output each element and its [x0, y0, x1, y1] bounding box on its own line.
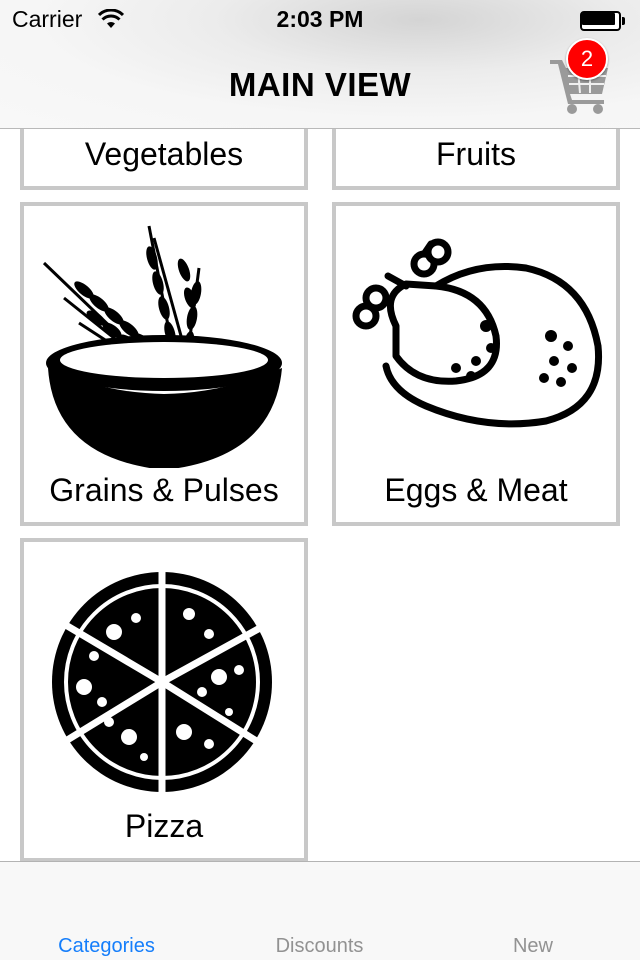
category-tile-eggs-meat[interactable]: Eggs & Meat	[332, 202, 620, 526]
tab-label: Categories	[58, 935, 155, 957]
category-label: Vegetables	[84, 136, 244, 172]
tab-bar: Categories Discounts New	[0, 861, 640, 960]
navigation-bar: Carrier 2:03 PM MAIN VIEW	[0, 0, 640, 129]
roast-chicken-icon	[352, 238, 603, 428]
category-label: Eggs & Meat	[384, 472, 568, 508]
battery-icon	[580, 11, 626, 31]
category-label: Fruits	[436, 136, 516, 172]
category-label: Pizza	[124, 808, 204, 844]
status-bar: Carrier 2:03 PM	[0, 0, 640, 40]
category-tile-grains-pulses[interactable]: Grains & Pulses	[20, 202, 308, 526]
tab-label: New	[512, 935, 553, 957]
pizza-icon	[52, 570, 272, 794]
tab-categories[interactable]: Categories	[0, 862, 213, 960]
category-grid[interactable]: Vegetables Fruits Grains & Pulses Eggs &…	[0, 0, 640, 862]
status-time: 2:03 PM	[276, 6, 364, 32]
category-tile-pizza[interactable]: Pizza	[20, 538, 308, 862]
tab-label: Discounts	[275, 935, 364, 957]
page-title: MAIN VIEW	[228, 66, 412, 103]
cart-count-badge: 2	[566, 38, 608, 80]
category-label: Grains & Pulses	[49, 472, 279, 508]
wheat-bowl-icon	[42, 225, 282, 468]
tab-new[interactable]: New	[426, 862, 640, 960]
tab-discounts[interactable]: Discounts	[213, 862, 426, 960]
